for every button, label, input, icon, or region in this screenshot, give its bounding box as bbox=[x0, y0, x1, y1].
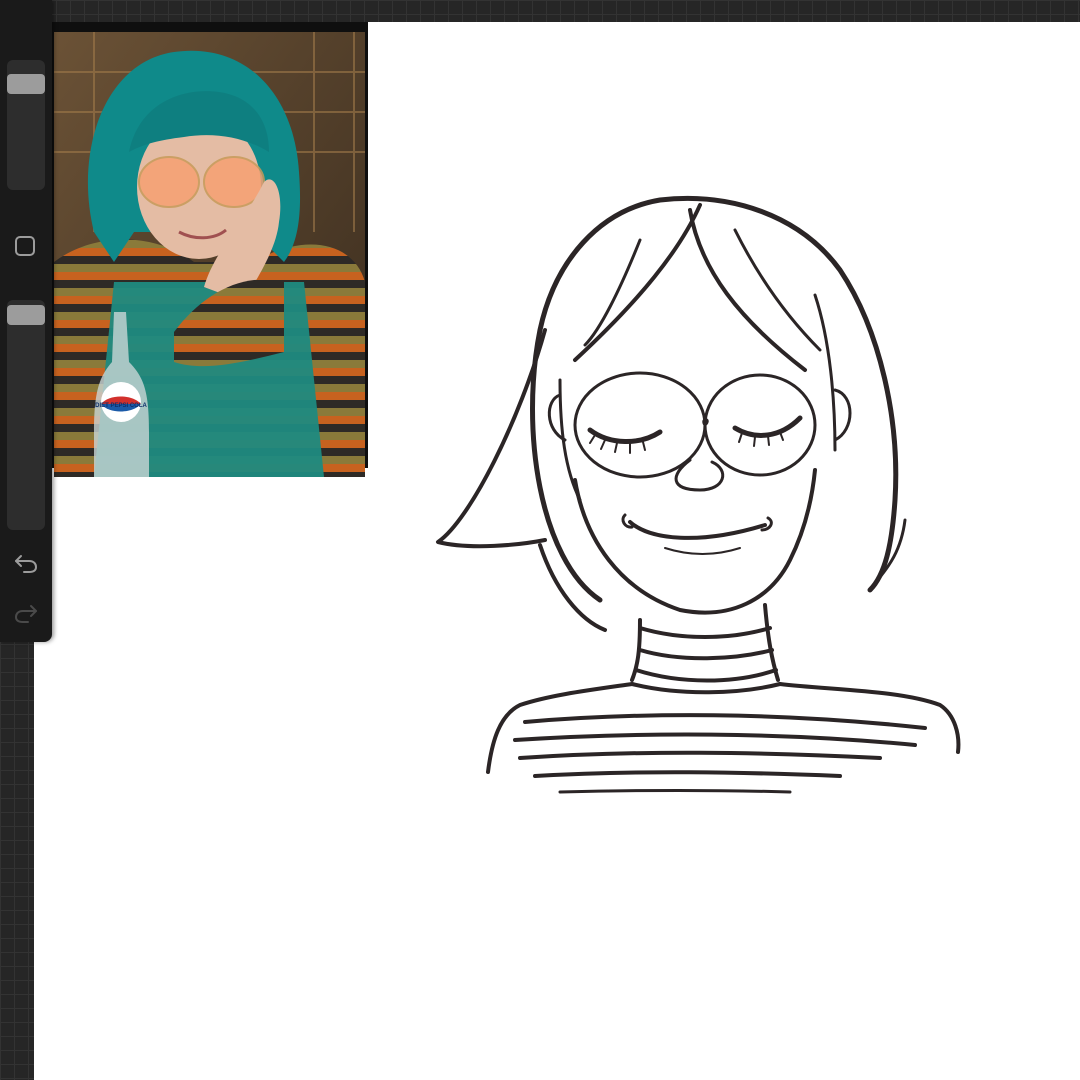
undo-icon[interactable] bbox=[13, 550, 39, 576]
reference-window[interactable]: DIET PEPSI COLA bbox=[52, 22, 368, 477]
bottle-label: DIET PEPSI COLA bbox=[95, 403, 147, 409]
opacity-slider-thumb[interactable] bbox=[7, 305, 45, 325]
reference-photo: DIET PEPSI COLA bbox=[54, 32, 365, 477]
brush-size-slider-thumb[interactable] bbox=[7, 74, 45, 94]
glasses-left-lens bbox=[573, 371, 707, 479]
modify-button-square-icon[interactable] bbox=[15, 236, 35, 256]
redo-icon[interactable] bbox=[13, 600, 39, 626]
opacity-slider[interactable] bbox=[7, 300, 45, 530]
glasses-right-lens bbox=[703, 373, 817, 477]
sidebar-toolbar bbox=[0, 0, 52, 642]
face-outline bbox=[573, 468, 817, 615]
